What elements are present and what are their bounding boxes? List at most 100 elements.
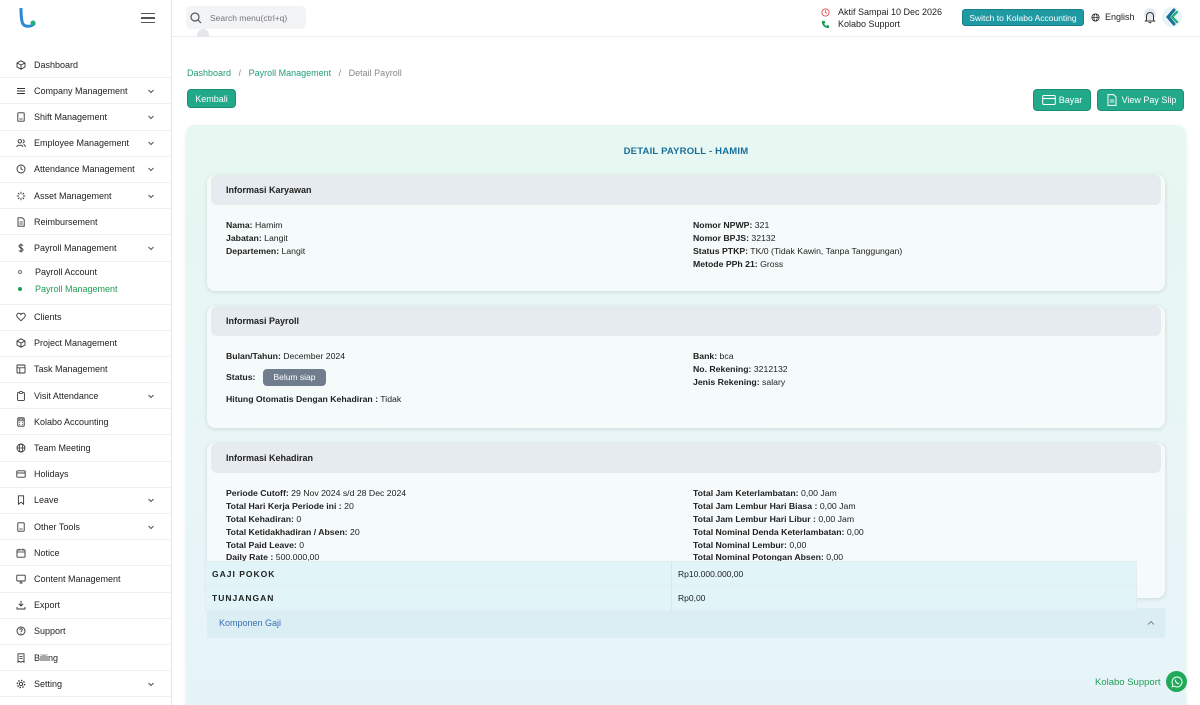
field-value: 0,00 Jam xyxy=(798,488,837,498)
breadcrumb-separator: / xyxy=(338,68,342,78)
table-icon xyxy=(16,364,26,374)
sidebar-item-label: Setting xyxy=(34,678,63,689)
sidebar-item-billing[interactable]: Billing xyxy=(0,645,171,672)
sidebar-item-visit-attendance[interactable]: Visit Attendance xyxy=(0,383,171,410)
sidebar-item-label: Visit Attendance xyxy=(34,390,99,401)
table-row: GAJI POKOK Rp10.000.000,00 xyxy=(205,561,1137,586)
field-label: Bulan/Tahun: xyxy=(226,351,281,361)
payroll-info-card: Informasi Payroll Bulan/Tahun: December … xyxy=(207,306,1165,428)
sidebar-item-label: Support xyxy=(34,626,66,637)
field-value: 0,00 Jam xyxy=(817,500,856,511)
info-row: Total Ketidakhadiran / Absen: 20 xyxy=(226,526,406,539)
attendance-info-right: Total Jam Keterlambatan: 0,00 Jam Total J… xyxy=(693,487,864,564)
back-button[interactable]: Kembali xyxy=(187,89,236,108)
info-row: Status PTKP: TK/0 (Tidak Kawin, Tanpa Ta… xyxy=(693,245,902,258)
field-value: Hamim xyxy=(252,220,283,230)
sidebar-item-reimbursement[interactable]: Reimbursement xyxy=(0,209,171,236)
sidebar-item-team-meeting[interactable]: Team Meeting xyxy=(0,435,171,462)
field-value: 32132 xyxy=(749,232,776,243)
search-input[interactable] xyxy=(210,12,300,23)
sidebar-item-other-tools[interactable]: Other Tools xyxy=(0,514,171,541)
info-row: Metode PPh 21: Gross xyxy=(693,258,902,271)
support-text[interactable]: Kolabo Support xyxy=(838,19,900,29)
sidebar-item-content-management[interactable]: Content Management xyxy=(0,566,171,593)
sidebar-item-label: Holidays xyxy=(34,469,69,480)
sidebar-item-label: Shift Management xyxy=(34,111,108,122)
whatsapp-support-button[interactable] xyxy=(1166,671,1187,692)
payroll-period-row: Bulan/Tahun: December 2024 xyxy=(226,350,401,363)
sidebar-item-label: Team Meeting xyxy=(34,443,91,454)
payroll-status-row: Status: Belum siap xyxy=(226,365,401,389)
field-label: Total Jam Keterlambatan: xyxy=(693,488,799,498)
search-box[interactable] xyxy=(186,6,306,29)
payroll-detail-panel: DETAIL PAYROLL - HAMIM Informasi Karyawa… xyxy=(186,125,1186,705)
sidebar-item-kolabo-accounting[interactable]: Kolabo Accounting xyxy=(0,409,171,436)
component-name: TUNJANGAN xyxy=(206,586,672,610)
sidebar-item-export[interactable]: Export xyxy=(0,593,171,619)
field-label: Total Kehadiran: xyxy=(226,513,294,524)
field-value: 3212132 xyxy=(751,363,788,374)
breadcrumb-separator: / xyxy=(238,68,242,78)
breadcrumb-dashboard[interactable]: Dashboard xyxy=(187,68,231,78)
sidebar-item-clients[interactable]: Clients xyxy=(0,305,171,331)
card-icon xyxy=(16,469,26,479)
chevron-down-icon xyxy=(148,682,154,686)
info-row: Jabatan: Langit xyxy=(226,232,305,245)
sidebar-item-holidays[interactable]: Holidays xyxy=(0,462,171,488)
sidebar-item-employee-management[interactable]: Employee Management xyxy=(0,131,171,157)
switch-accounting-button[interactable]: Switch to Kolabo Accounting xyxy=(962,9,1084,26)
sidebar-item-leave[interactable]: Leave xyxy=(0,488,171,514)
sidebar-item-shift-management[interactable]: Shift Management xyxy=(0,104,171,131)
chevron-down-icon xyxy=(148,246,154,251)
submenu-item[interactable]: Payroll Management xyxy=(0,281,171,298)
sidebar-item-support[interactable]: Support xyxy=(0,619,171,645)
bullet-icon xyxy=(18,270,22,274)
loader-icon xyxy=(16,191,26,201)
breadcrumb-payroll-management[interactable]: Payroll Management xyxy=(249,68,332,78)
field-label: Hitung Otomatis Dengan Kehadiran : xyxy=(226,393,379,404)
pay-button[interactable]: Bayar xyxy=(1033,89,1091,111)
globe-icon xyxy=(16,443,26,453)
sidebar-item-label: Employee Management xyxy=(34,138,130,149)
submenu-item-label: Payroll Management xyxy=(35,284,118,294)
document-icon xyxy=(16,217,26,227)
salary-components-accordion[interactable]: Komponen Gaji xyxy=(207,608,1165,638)
sidebar-item-notice[interactable]: Notice xyxy=(0,540,171,567)
sidebar-item-project-management[interactable]: Project Management xyxy=(0,331,171,357)
kolabo-logo[interactable] xyxy=(18,8,36,28)
field-label: Total Paid Leave: xyxy=(226,539,297,550)
sidebar-item-label: Task Management xyxy=(34,364,108,375)
submenu-item-label: Payroll Account xyxy=(35,267,98,277)
sidebar-item-label: Notice xyxy=(34,547,60,558)
field-value: 20 xyxy=(347,526,360,537)
logo-row xyxy=(0,0,171,36)
view-pay-slip-button[interactable]: View Pay Slip xyxy=(1097,89,1184,111)
sidebar-item-dashboard[interactable]: Dashboard xyxy=(0,52,171,79)
heart-icon xyxy=(16,312,26,322)
info-row: Total Jam Lembur Hari Biasa : 0,00 Jam xyxy=(693,500,864,513)
dollar-icon xyxy=(16,243,26,253)
language-selector[interactable]: English xyxy=(1091,12,1135,22)
bell-icon[interactable] xyxy=(1142,8,1158,26)
info-row: Bank: bca xyxy=(693,350,788,363)
sidebar-item-setting[interactable]: Setting xyxy=(0,671,171,698)
search-icon xyxy=(190,11,202,23)
field-value: TK/0 (Tidak Kawin, Tanpa Tanggungan) xyxy=(748,245,903,256)
cube-icon xyxy=(16,59,26,70)
sidebar-item-task-management[interactable]: Task Management xyxy=(0,357,171,384)
info-row: Total Nominal Lembur: 0,00 xyxy=(693,539,864,552)
sidebar-item-attendance-management[interactable]: Attendance Management xyxy=(0,157,171,183)
user-avatar[interactable] xyxy=(1162,7,1182,27)
floating-support-label[interactable]: Kolabo Support xyxy=(1095,677,1161,688)
sidebar-item-payroll-management[interactable]: Payroll Management xyxy=(0,235,171,262)
box-icon xyxy=(16,338,26,348)
submenu-item[interactable]: Payroll Account xyxy=(0,264,171,281)
sidebar-item-label: Leave xyxy=(34,495,59,506)
sidebar-item-company-management[interactable]: Company Management xyxy=(0,78,171,105)
info-row: Departemen: Langit xyxy=(226,245,305,258)
sidebar-item-asset-management[interactable]: Asset Management xyxy=(0,183,171,210)
sidebar-item-label: Payroll Management xyxy=(34,242,117,253)
active-until-text: Aktif Sampai 10 Dec 2026 xyxy=(838,7,943,17)
hamburger-menu-icon[interactable] xyxy=(141,13,155,23)
info-row: Nomor NPWP: 321 xyxy=(693,219,902,232)
